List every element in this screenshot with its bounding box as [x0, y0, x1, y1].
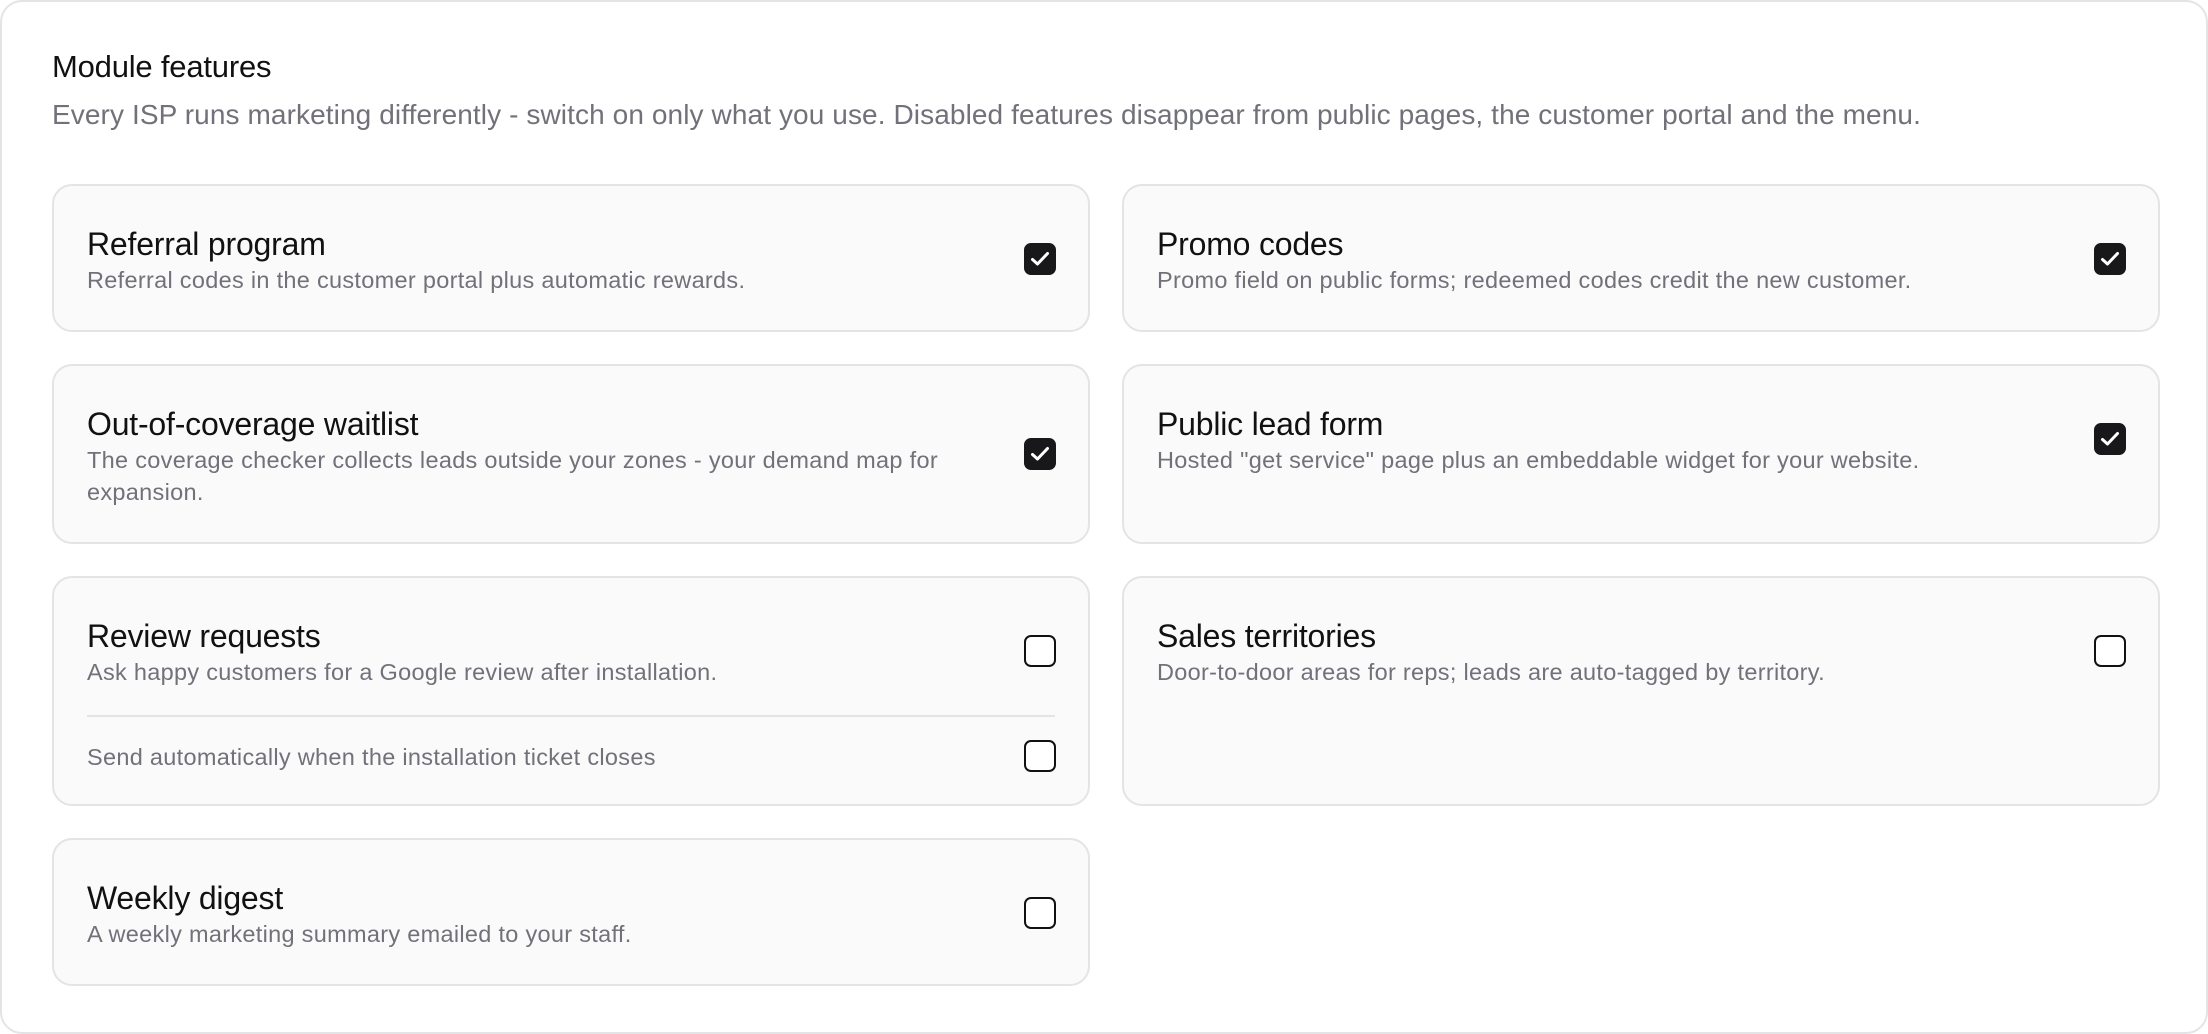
feature-toggle-checkbox[interactable] — [1024, 438, 1056, 470]
feature-toggle-checkbox[interactable] — [1024, 635, 1056, 667]
feature-toggle-checkbox[interactable] — [2094, 635, 2126, 667]
feature-description: The coverage checker collects leads outs… — [87, 447, 938, 505]
panel-title: Module features — [52, 49, 272, 84]
panel-description: Every ISP runs marketing differently - s… — [52, 99, 1921, 130]
feature-card-out-of-coverage-waitlist: Out-of-coverage waitlist The coverage ch… — [52, 364, 1090, 544]
feature-toggle-checkbox[interactable] — [2094, 243, 2126, 275]
check-icon — [1031, 447, 1049, 461]
feature-toggle-checkbox[interactable] — [1024, 243, 1056, 275]
feature-card-weekly-digest: Weekly digest A weekly marketing summary… — [52, 838, 1090, 986]
card-divider — [87, 715, 1055, 717]
feature-title: Public lead form — [1157, 406, 1384, 442]
feature-title: Sales territories — [1157, 618, 1376, 654]
feature-title: Out-of-coverage waitlist — [87, 406, 419, 442]
sub-option-checkbox[interactable] — [1024, 740, 1056, 772]
feature-toggle-checkbox[interactable] — [1024, 897, 1056, 929]
feature-card-review-requests: Review requests Ask happy customers for … — [52, 576, 1090, 806]
feature-card-sales-territories: Sales territories Door-to-door areas for… — [1122, 576, 2160, 806]
check-icon — [1031, 252, 1049, 266]
feature-description: A weekly marketing summary emailed to yo… — [87, 921, 632, 947]
feature-title: Promo codes — [1157, 226, 1344, 262]
check-icon — [2101, 432, 2119, 446]
module-features-panel: Module features Every ISP runs marketing… — [0, 0, 2208, 1034]
feature-description: Ask happy customers for a Google review … — [87, 659, 718, 685]
feature-title: Referral program — [87, 226, 326, 262]
feature-description: Door-to-door areas for reps; leads are a… — [1157, 659, 1825, 685]
feature-card-promo-codes: Promo codes Promo field on public forms;… — [1122, 184, 2160, 332]
feature-title: Review requests — [87, 618, 321, 654]
check-icon — [2101, 252, 2119, 266]
feature-toggle-checkbox[interactable] — [2094, 423, 2126, 455]
feature-description: Referral codes in the customer portal pl… — [87, 267, 746, 293]
feature-card-public-lead-form: Public lead form Hosted "get service" pa… — [1122, 364, 2160, 544]
feature-title: Weekly digest — [87, 880, 284, 916]
feature-description: Hosted "get service" page plus an embedd… — [1157, 447, 1920, 473]
sub-option-label: Send automatically when the installation… — [87, 744, 656, 770]
feature-description: Promo field on public forms; redeemed co… — [1157, 267, 1912, 293]
feature-card-referral-program: Referral program Referral codes in the c… — [52, 184, 1090, 332]
